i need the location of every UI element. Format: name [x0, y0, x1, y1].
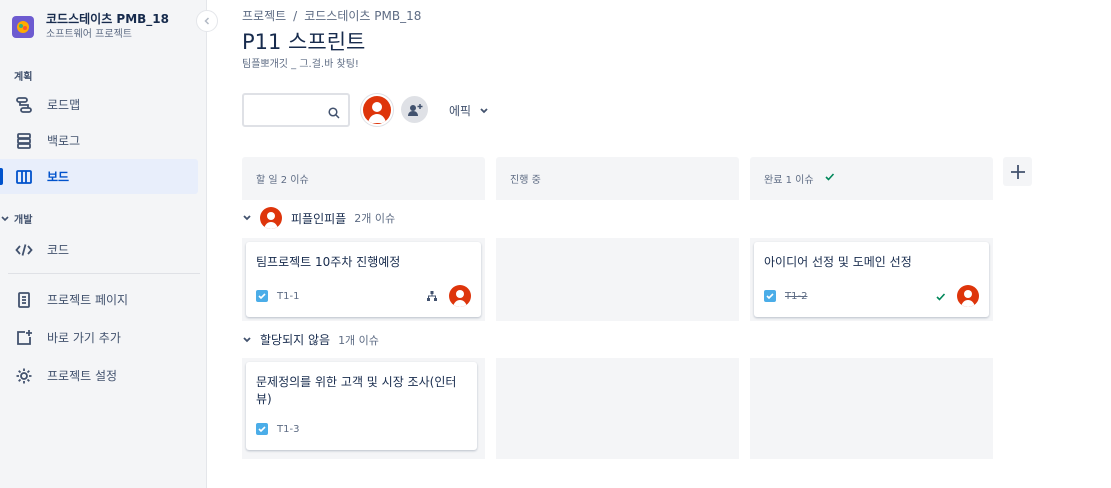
swimlane-name: 할당되지 않음 — [260, 333, 331, 347]
board-icon — [14, 167, 34, 187]
issue-key[interactable]: T1-3 — [277, 424, 299, 435]
board-cell — [750, 358, 993, 459]
swimlane-count: 1개 이슈 — [338, 333, 379, 347]
sidebar-divider — [8, 273, 200, 274]
board-cell: 문제정의를 위한 고객 및 시장 조사(인터뷰) T1-3 — [242, 358, 485, 459]
breadcrumb: 프로젝트 / 코드스테이츠 PMB_18 — [242, 7, 421, 24]
swimlane-header[interactable]: 할당되지 않음 1개 이슈 — [242, 331, 379, 348]
swimlane-name: 피플인피플 — [291, 211, 347, 226]
add-column-button[interactable] — [1003, 157, 1032, 186]
sidebar-item-label: 백로그 — [47, 134, 81, 148]
sidebar-item-board[interactable]: 보드 — [0, 159, 198, 194]
story-checkbox-icon — [256, 290, 268, 302]
epic-filter-label: 에픽 — [449, 104, 472, 118]
assignee-avatar[interactable] — [957, 285, 979, 307]
column-header-todo: 할 일 2 이슈 — [242, 157, 485, 200]
sidebar-item-label: 바로 가기 추가 — [47, 331, 121, 345]
issue-key[interactable]: T1-2 — [785, 291, 807, 302]
chevron-left-icon — [204, 17, 210, 25]
main-content: 프로젝트 / 코드스테이츠 PMB_18 P11 스프린트 팀플뽀개깃 _ 그.걸.… — [207, 0, 1111, 488]
avatar[interactable] — [363, 96, 391, 124]
code-icon — [14, 240, 34, 260]
chevron-down-icon — [243, 215, 251, 221]
project-name: 코드스테이츠 PMB_18 — [46, 12, 170, 26]
backlog-icon — [14, 131, 34, 151]
hierarchy-icon — [427, 291, 437, 301]
user-icon — [264, 212, 278, 229]
breadcrumb-project-link[interactable]: 코드스테이츠 PMB_18 — [304, 9, 421, 23]
chevron-down-icon — [480, 107, 488, 113]
user-icon — [961, 290, 975, 307]
column-header-done: 완료 1 이슈 — [750, 157, 993, 200]
project-header[interactable]: 코드스테이츠 PMB_18 소프트웨어 프로젝트 — [12, 12, 169, 42]
section-plan: 계획 — [14, 72, 33, 83]
story-checkbox-icon — [256, 423, 268, 435]
add-people-button[interactable] — [401, 96, 428, 123]
sidebar-item-label: 코드 — [47, 243, 70, 257]
search-icon — [328, 104, 340, 123]
sidebar-item-label: 프로젝트 설정 — [47, 369, 118, 383]
plus-icon — [1010, 164, 1025, 179]
project-type: 소프트웨어 프로젝트 — [46, 29, 132, 40]
user-icon — [453, 290, 467, 307]
swimlane-header[interactable]: 피플인피플 2개 이슈 — [242, 207, 395, 229]
sidebar-item-backlog[interactable]: 백로그 — [0, 123, 198, 158]
check-icon — [824, 173, 834, 181]
sidebar-item-project-pages[interactable]: 프로젝트 페이지 — [0, 282, 198, 317]
add-person-icon — [407, 103, 422, 116]
gear-icon — [14, 366, 34, 386]
column-title: 진행 중 — [510, 175, 541, 186]
project-avatar-icon — [12, 16, 34, 38]
user-icon — [368, 102, 386, 123]
search-input[interactable] — [242, 93, 350, 127]
sidebar-item-project-settings[interactable]: 프로젝트 설정 — [0, 358, 198, 393]
column-title: 할 일 2 이슈 — [256, 175, 309, 186]
sidebar-item-label: 보드 — [47, 170, 70, 184]
issue-card[interactable]: 아이디어 선정 및 도메인 선정 T1-2 — [754, 242, 989, 317]
chevron-down-icon — [243, 336, 251, 342]
add-shortcut-icon — [14, 328, 34, 348]
page-title: P11 스프린트 — [242, 30, 366, 54]
issue-key[interactable]: T1-1 — [277, 291, 299, 302]
roadmap-icon — [14, 95, 34, 115]
sidebar-item-label: 프로젝트 페이지 — [47, 293, 129, 307]
issue-card[interactable]: 문제정의를 위한 고객 및 시장 조사(인터뷰) T1-3 — [246, 362, 477, 450]
section-dev-toggle[interactable]: 개발 — [0, 211, 32, 226]
board-cell: 팀프로젝트 10주차 진행예정 T1-1 — [242, 238, 485, 321]
story-checkbox-icon — [764, 290, 776, 302]
board-cell — [496, 238, 739, 321]
issue-card[interactable]: 팀프로젝트 10주차 진행예정 T1-1 — [246, 242, 481, 317]
column-title: 완료 1 이슈 — [764, 175, 814, 186]
swimlane-count: 2개 이슈 — [354, 212, 396, 225]
section-dev: 개발 — [14, 215, 33, 226]
board-cell: 아이디어 선정 및 도메인 선정 T1-2 — [750, 238, 993, 321]
chevron-down-icon — [1, 215, 9, 221]
board-cell — [496, 358, 739, 459]
sprint-goal: 팀플뽀개깃 _ 그.걸.바 찾팅! — [242, 59, 359, 70]
sidebar-item-add-shortcut[interactable]: 바로 가기 추가 — [0, 320, 198, 355]
issue-summary: 문제정의를 위한 고객 및 시장 조사(인터뷰) — [256, 375, 457, 406]
assignee-avatar[interactable] — [449, 285, 471, 307]
collapse-sidebar-button[interactable] — [196, 10, 218, 32]
sidebar-item-code[interactable]: 코드 — [0, 232, 198, 267]
sidebar-item-label: 로드맵 — [47, 98, 81, 112]
avatar — [260, 207, 282, 229]
page-icon — [14, 290, 34, 310]
column-header-in-progress: 진행 중 — [496, 157, 739, 200]
sidebar: 코드스테이츠 PMB_18 소프트웨어 프로젝트 계획 로드맵 백로그 보드 개… — [0, 0, 207, 488]
issue-summary: 팀프로젝트 10주차 진행예정 — [256, 255, 401, 269]
done-check-icon — [936, 292, 946, 301]
breadcrumb-projects-link[interactable]: 프로젝트 — [242, 9, 286, 23]
sidebar-item-roadmap[interactable]: 로드맵 — [0, 87, 198, 122]
breadcrumb-separator: / — [293, 9, 298, 23]
issue-summary: 아이디어 선정 및 도메인 선정 — [764, 255, 912, 269]
epic-filter[interactable]: 에픽 — [449, 102, 489, 119]
